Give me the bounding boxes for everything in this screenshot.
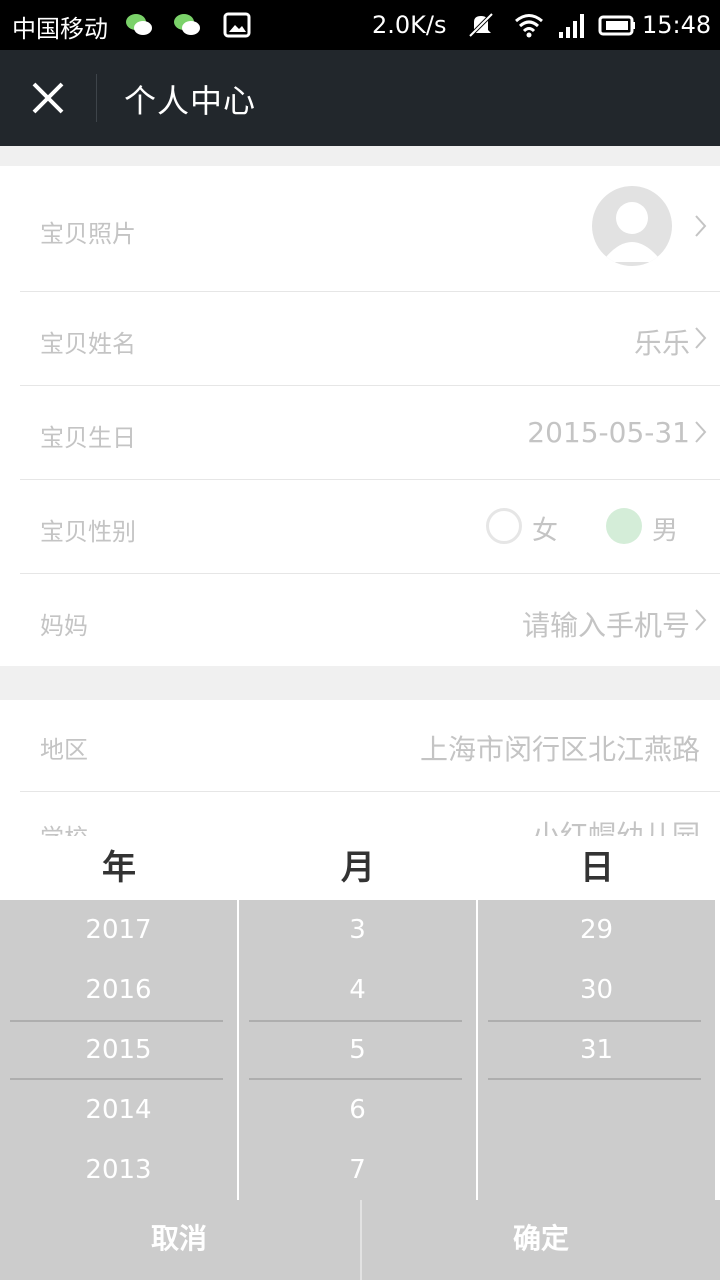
year-option-selected[interactable]: 2015 [0,1020,237,1080]
clock-time: 15:48 [642,11,712,39]
month-option[interactable]: 7 [239,1140,476,1200]
nav-divider [96,74,97,122]
confirm-button[interactable]: 确定 [362,1200,720,1280]
cancel-button[interactable]: 取消 [0,1200,358,1280]
month-option[interactable]: 4 [239,960,476,1020]
close-icon[interactable] [28,78,68,118]
year-header: 年 [102,848,136,888]
birthday-label: 宝贝生日 [40,424,136,452]
user-icon [602,202,662,262]
battery-icon [598,15,635,36]
day-option[interactable]: 30 [478,960,715,1020]
month-wheel[interactable]: 3 4 5 6 7 [239,900,476,1200]
gender-male-label: 男 [652,516,679,546]
month-option-selected[interactable]: 5 [239,1020,476,1080]
mother-row[interactable]: 妈妈 请输入手机号 [20,574,720,666]
day-header: 日 [580,848,614,888]
photo-row[interactable]: 宝贝照片 [20,166,720,292]
page-title: 个人中心 [124,82,257,120]
month-option[interactable]: 3 [239,900,476,960]
name-value: 乐乐 [633,327,690,360]
region-value: 上海市闵行区北江燕路 [419,733,700,766]
chevron-right-icon [695,609,707,631]
name-label: 宝贝姓名 [40,330,136,358]
birthday-row[interactable]: 宝贝生日 2015-05-31 [20,386,720,480]
selection-line [488,1020,701,1022]
name-row[interactable]: 宝贝姓名 乐乐 [20,292,720,386]
picker-actions: 取消 确定 [0,1200,720,1280]
year-wheel[interactable]: 2017 2016 2015 2014 2013 [0,900,237,1200]
carrier-name: 中国移动 [12,15,108,43]
avatar[interactable] [592,186,672,266]
location-section: 地区 上海市闵行区北江燕路 学校 小红帽幼儿园 [0,700,720,852]
selection-line [249,1078,462,1080]
year-option[interactable]: 2013 [0,1140,237,1200]
signal-icon [559,14,584,38]
chevron-right-icon [695,421,707,443]
month-option[interactable]: 6 [239,1080,476,1140]
wechat-icon [174,14,200,35]
birthday-value: 2015-05-31 [527,416,690,449]
month-header: 月 [341,848,375,888]
date-picker: 年 月 日 2017 2016 2015 2014 2013 3 4 5 6 7… [0,836,720,1280]
gender-female-label: 女 [532,516,559,546]
year-option[interactable]: 2017 [0,900,237,960]
region-label: 地区 [40,736,88,764]
selection-line [10,1020,223,1022]
year-option[interactable]: 2014 [0,1080,237,1140]
year-option[interactable]: 2016 [0,960,237,1020]
mute-icon [468,12,494,38]
gender-radio-male[interactable] [606,508,642,544]
mother-phone-input[interactable]: 请输入手机号 [522,604,690,644]
day-option-selected[interactable]: 31 [478,1020,715,1080]
nav-bar: 个人中心 [0,50,720,146]
selection-line [249,1020,462,1022]
wechat-icon [126,14,152,35]
gender-label: 宝贝性别 [40,518,136,546]
gender-row: 宝贝性别 女 男 [20,480,720,574]
profile-section: 宝贝照片 宝贝姓名 乐乐 宝贝生日 2015-05-31 宝贝性别 女 男 妈妈… [0,166,720,666]
chevron-right-icon [695,327,707,349]
day-wheel[interactable]: 29 30 31 [478,900,715,1200]
image-icon [223,12,251,38]
mother-label: 妈妈 [40,612,88,640]
status-bar: 中国移动 2.0K/s 15:48 [0,0,720,50]
selection-line [10,1078,223,1080]
day-option[interactable]: 29 [478,900,715,960]
selection-line [488,1078,701,1080]
gender-radio-female[interactable] [486,508,522,544]
photo-label: 宝贝照片 [40,220,136,248]
wifi-icon [515,14,543,38]
network-speed: 2.0K/s [372,11,447,39]
region-row[interactable]: 地区 上海市闵行区北江燕路 [20,700,720,792]
chevron-right-icon [695,215,707,237]
